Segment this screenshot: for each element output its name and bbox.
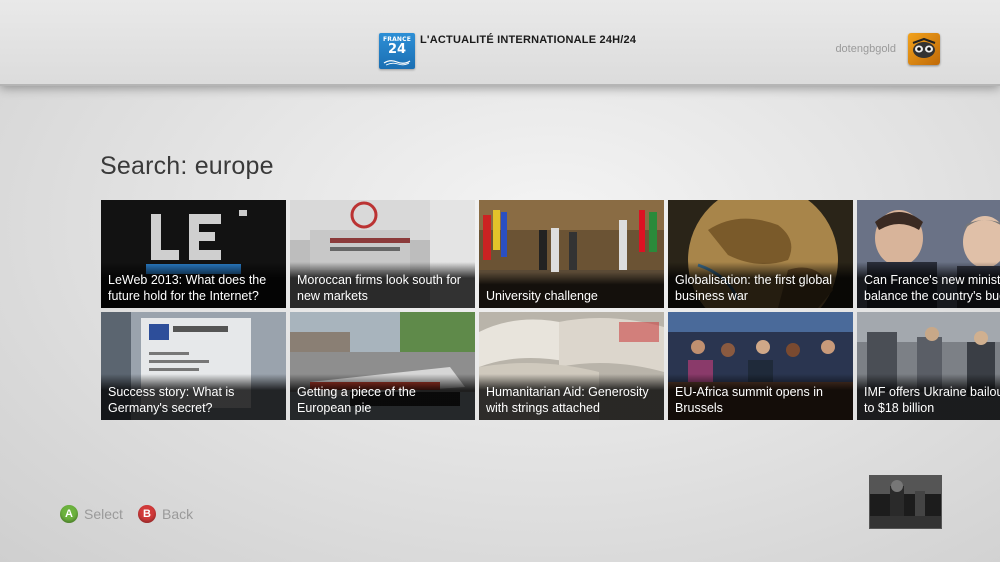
tile-caption: Success story: What is Germany's secret? — [101, 374, 286, 420]
result-tile[interactable]: University challenge — [479, 200, 664, 308]
result-tile[interactable]: Getting a piece of the European pie — [290, 312, 475, 420]
tile-caption: EU-Africa summit opens in Brussels — [668, 374, 853, 420]
tile-caption: Globalisation: the first global business… — [668, 262, 853, 308]
tile-caption: University challenge — [479, 272, 664, 308]
tile-caption-text: IMF offers Ukraine bailout up to $18 bil… — [864, 385, 1000, 415]
results-grid: LeWeb 2013: What does the future hold fo… — [101, 200, 1000, 421]
select-label: Select — [84, 506, 123, 522]
tile-caption: LeWeb 2013: What does the future hold fo… — [101, 262, 286, 308]
tile-caption-text: EU-Africa summit opens in Brussels — [675, 385, 823, 415]
result-tile[interactable]: IMF offers Ukraine bailout up to $18 bil… — [857, 312, 1000, 420]
result-tile[interactable]: EU-Africa summit opens in Brussels — [668, 312, 853, 420]
tile-caption-text: Globalisation: the first global business… — [675, 273, 833, 303]
gamertag: dotengbgold — [835, 43, 896, 55]
select-hint[interactable]: A Select — [60, 505, 123, 523]
result-tile[interactable]: Moroccan firms look south for new market… — [290, 200, 475, 308]
logo-text-number: 24 — [387, 42, 407, 57]
tile-caption-text: Getting a piece of the European pie — [297, 385, 416, 415]
tile-caption: IMF offers Ukraine bailout up to $18 bil… — [857, 374, 1000, 420]
a-button-icon: A — [60, 505, 78, 523]
camera-feed-image — [870, 476, 941, 528]
tile-caption: Getting a piece of the European pie — [290, 374, 475, 420]
result-tile[interactable]: Humanitarian Aid: Generosity with string… — [479, 312, 664, 420]
tile-caption-text: Humanitarian Aid: Generosity with string… — [486, 385, 649, 415]
back-hint[interactable]: B Back — [138, 505, 193, 523]
kinect-camera-preview — [869, 475, 942, 529]
tile-caption-text: Moroccan firms look south for new market… — [297, 273, 461, 303]
result-tile[interactable]: Success story: What is Germany's secret? — [101, 312, 286, 420]
tile-caption: Humanitarian Aid: Generosity with string… — [479, 374, 664, 420]
result-tile[interactable]: LeWeb 2013: What does the future hold fo… — [101, 200, 286, 308]
tile-caption: Moroccan firms look south for new market… — [290, 262, 475, 308]
tile-caption: Can France's new minister balance the co… — [857, 262, 1000, 308]
tile-caption-text: Success story: What is Germany's secret? — [108, 385, 235, 415]
b-button-icon: B — [138, 505, 156, 523]
tile-caption-text: University challenge — [486, 289, 598, 303]
channel-tagline: L'ACTUALITÉ INTERNATIONALE 24H/24 — [420, 34, 637, 46]
avatar[interactable] — [908, 33, 940, 65]
france24-logo: FRANCE 24 — [379, 33, 415, 69]
page-title: Search: europe — [100, 152, 274, 180]
header-bar: FRANCE 24 L'ACTUALITÉ INTERNATIONALE 24H… — [0, 0, 1000, 86]
result-tile[interactable]: Can France's new minister balance the co… — [857, 200, 1000, 308]
back-label: Back — [162, 506, 194, 522]
tile-caption-text: LeWeb 2013: What does the future hold fo… — [108, 273, 267, 303]
tile-caption-text: Can France's new minister balance the co… — [864, 273, 1000, 303]
result-tile[interactable]: Globalisation: the first global business… — [668, 200, 853, 308]
avatar-image — [912, 37, 936, 58]
logo-wave-icon — [383, 60, 411, 66]
